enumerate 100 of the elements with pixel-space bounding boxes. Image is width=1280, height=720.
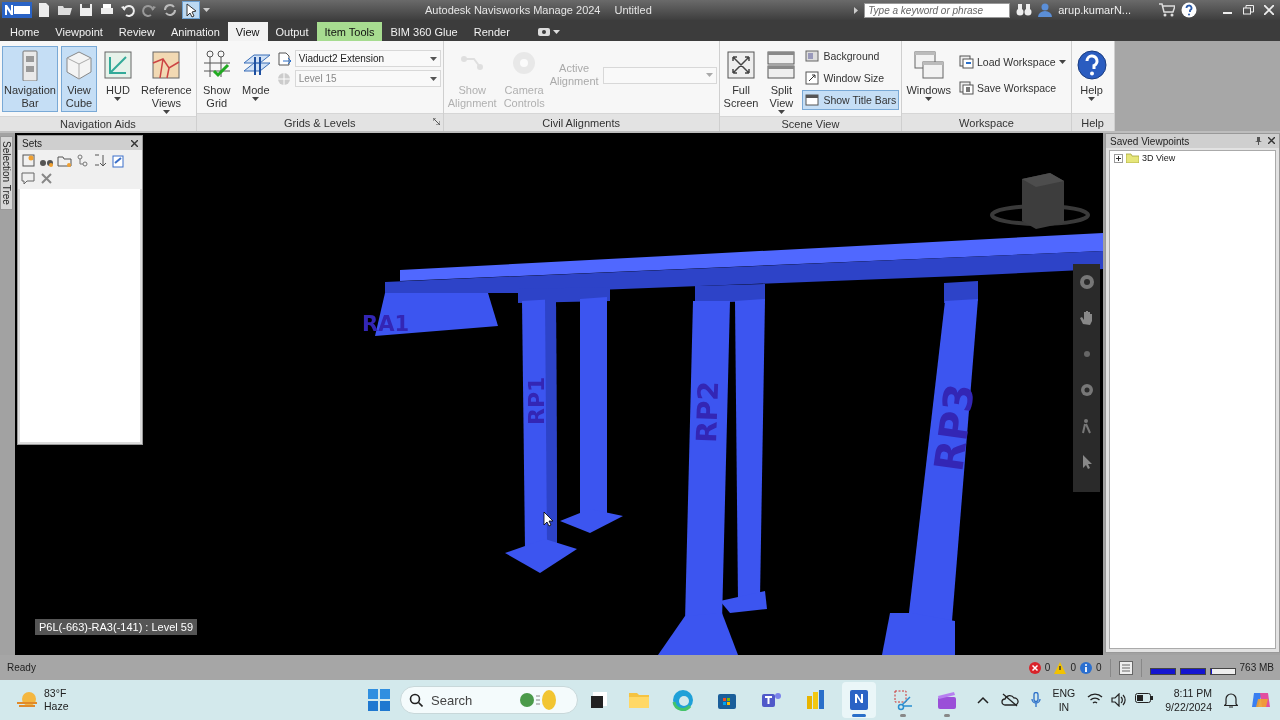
steering-wheel-icon[interactable] [1078, 274, 1095, 290]
ribbon-button[interactable]: Show Grid [198, 46, 235, 112]
panel-title: Civil Alignments [542, 116, 620, 129]
expand-arrow-icon [854, 6, 859, 14]
ribbon-tab[interactable]: Item Tools [316, 22, 383, 41]
ribbon-button[interactable]: Window Size [802, 68, 900, 88]
caret-icon [429, 76, 437, 81]
cart-icon[interactable] [1159, 3, 1175, 17]
ribbon-tab[interactable]: Viewpoint [47, 22, 111, 41]
import-export-icon[interactable] [111, 153, 126, 168]
user-name[interactable]: arup.kumarN... [1058, 4, 1131, 16]
cloud-offline-icon[interactable] [1000, 693, 1019, 707]
search-field[interactable]: Search [429, 691, 513, 709]
map-icon [150, 49, 183, 81]
help-icon[interactable] [1181, 2, 1197, 18]
running-indicator [852, 714, 866, 717]
sheet-browser-icon[interactable] [1118, 660, 1133, 675]
hud-icon [102, 49, 134, 81]
ribbon-button[interactable]: Load Workspace [956, 52, 1069, 72]
save-icon[interactable] [78, 2, 94, 18]
side-tab[interactable]: Selection Tree [0, 136, 13, 210]
tree-item[interactable]: 3D View [1142, 153, 1176, 163]
chevron-up-icon[interactable] [976, 696, 989, 704]
warning-count: 0 [1070, 662, 1076, 673]
select-icon[interactable] [183, 2, 199, 18]
caret-icon [777, 110, 785, 114]
volume-icon[interactable] [1111, 693, 1128, 707]
save-workspace-icon [959, 81, 974, 95]
dropdown[interactable]: Viaduct2 Extension [294, 50, 441, 67]
new-folder-icon[interactable] [57, 153, 72, 168]
caret-icon [552, 29, 560, 34]
pan-hand-icon[interactable] [1078, 310, 1095, 326]
start-icon[interactable] [368, 689, 390, 711]
ribbon-tab[interactable]: View [227, 22, 268, 41]
pin-icon[interactable] [1255, 137, 1262, 145]
ribbon-button[interactable]: HUD [100, 46, 136, 103]
ribbon-button[interactable]: Navigation Bar [2, 46, 58, 112]
ribbon-button[interactable]: Mode [237, 46, 274, 103]
panel-title: Sets [22, 137, 42, 149]
close-icon[interactable] [131, 139, 138, 147]
clock[interactable]: 8:11 PM 9/22/2024 [1165, 686, 1212, 714]
bell-icon[interactable] [1224, 692, 1238, 708]
taskbar-search[interactable]: Search [400, 686, 578, 714]
app-logo-icon[interactable] [847, 688, 871, 712]
ribbon-button[interactable]: Show Title Bars [802, 90, 900, 110]
window-title: Autodesk Navisworks Manage 2024 [425, 4, 601, 16]
document-title: Untitled [614, 4, 652, 16]
language-indicator[interactable]: ENG IN [1052, 686, 1076, 714]
orbit-icon[interactable] [1078, 382, 1095, 398]
close-icon[interactable] [1268, 137, 1275, 144]
ribbon-button[interactable]: Help [1073, 46, 1110, 103]
pier-label: RP2 [690, 380, 726, 444]
windows-icon [912, 49, 945, 81]
sort-icon[interactable] [93, 153, 108, 168]
binoculars-icon[interactable] [1016, 3, 1033, 17]
ribbon-tab[interactable]: Home [2, 22, 48, 41]
panel-title: Workspace [959, 116, 1014, 129]
ribbon-button[interactable]: Reference Views [139, 46, 194, 116]
delete-icon[interactable] [39, 171, 54, 186]
search-highlight-icon [519, 689, 557, 711]
pier-label: RP1 [524, 376, 549, 425]
ribbon-button[interactable]: View Cube [61, 46, 97, 112]
ribbon-button[interactable]: Save Workspace [956, 78, 1069, 98]
redo-icon[interactable] [141, 2, 157, 18]
dialog-launcher-icon[interactable] [432, 118, 440, 125]
background-icon [805, 49, 821, 63]
refresh-icon[interactable] [162, 2, 178, 18]
microphone-icon[interactable] [1030, 692, 1041, 708]
view-cube-icon [63, 49, 95, 81]
split-view-icon [765, 49, 798, 81]
undo-icon[interactable] [120, 2, 136, 18]
warning-icon [1054, 661, 1067, 674]
ribbon-button[interactable]: Windows [904, 46, 953, 103]
search-field[interactable]: Type a keyword or phrase [864, 2, 1011, 18]
ribbon-tab[interactable]: Render [465, 22, 518, 41]
ribbon-tab[interactable]: Output [267, 22, 317, 41]
wifi-icon[interactable] [1087, 693, 1104, 705]
ribbon-tab[interactable]: BIM 360 Glue [382, 22, 466, 41]
restore-icon[interactable] [1243, 5, 1254, 15]
user-icon[interactable] [1038, 3, 1053, 17]
new-file-icon[interactable] [36, 2, 52, 18]
pier-label: RP3 [925, 380, 984, 475]
snipping-icon[interactable] [891, 688, 915, 712]
ribbon-tab[interactable]: Animation [162, 22, 228, 41]
ribbon-button[interactable]: Full Screen [721, 46, 761, 112]
ribbon-button[interactable]: Split View [763, 46, 800, 116]
temperature: 83°F [44, 687, 68, 700]
expand-icon[interactable] [1114, 153, 1123, 163]
search-icon [409, 693, 423, 707]
battery-icon[interactable] [1135, 693, 1154, 703]
ribbon-tab[interactable]: Review [110, 22, 163, 41]
window-size-icon [805, 71, 821, 85]
video-camera-icon[interactable] [537, 27, 550, 36]
coordinate-readout: P6L(-663)-RA3(-141) : Level 59 [35, 619, 198, 635]
ribbon-button[interactable]: Background [802, 46, 900, 66]
caret-icon [252, 97, 260, 101]
add-comment-icon[interactable] [21, 171, 36, 186]
caret-icon [925, 97, 933, 101]
load-workspace-icon [959, 55, 974, 69]
error-icon [1028, 661, 1041, 674]
